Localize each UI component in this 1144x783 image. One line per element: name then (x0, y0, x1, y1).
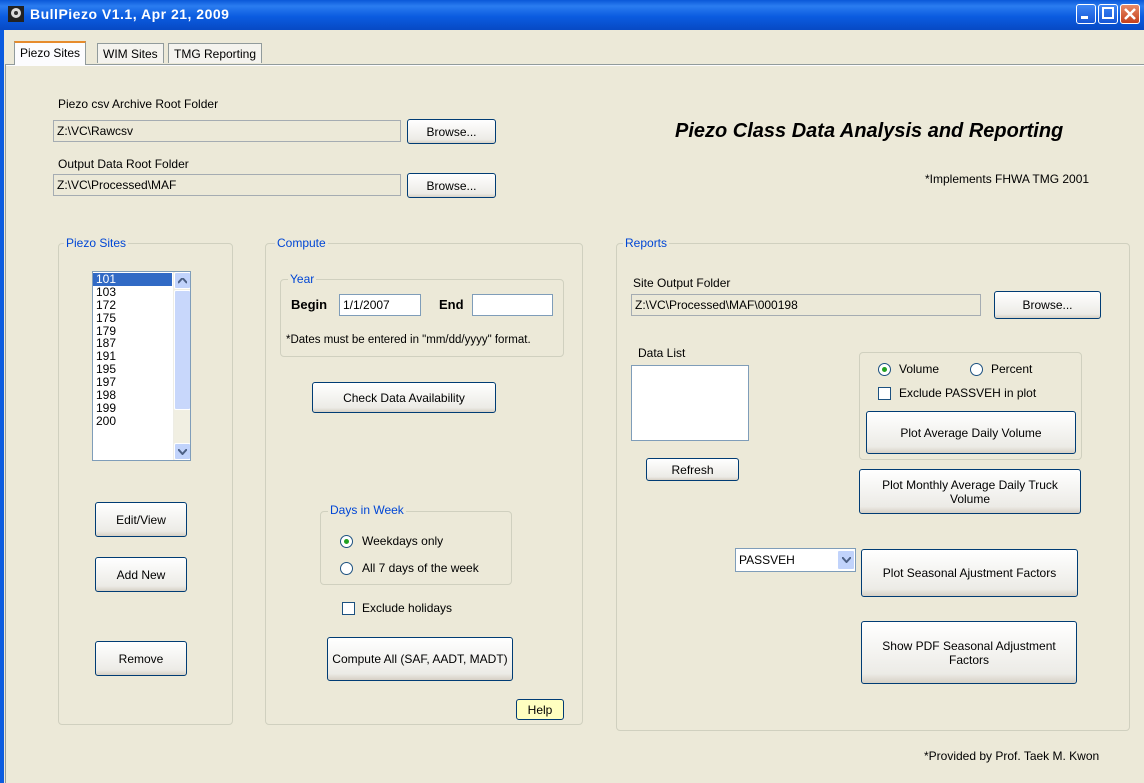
output-folder-field[interactable]: Z:\VC\Processed\MAF (53, 174, 401, 196)
site-output-folder-field[interactable]: Z:\VC\Processed\MAF\000198 (631, 294, 981, 316)
begin-date-input[interactable]: 1/1/2007 (339, 294, 421, 316)
percent-label: Percent (991, 362, 1033, 376)
app-icon (8, 6, 24, 22)
year-group-title: Year (288, 272, 317, 286)
all-days-radio[interactable] (340, 562, 353, 575)
show-pdf-seasonal-factors-button[interactable]: Show PDF Seasonal Adjustment Factors (861, 621, 1077, 684)
help-button[interactable]: Help (516, 699, 564, 720)
piezo-sites-listbox[interactable]: 101 103 172 175 179 187 191 195 197 198 … (92, 271, 191, 461)
implements-note: *Implements FHWA TMG 2001 (925, 172, 1090, 186)
piezo-sites-group-title: Piezo Sites (64, 236, 129, 250)
maximize-button[interactable] (1098, 4, 1118, 24)
site-output-folder-label: Site Output Folder (633, 276, 731, 290)
list-item[interactable]: 200 (93, 414, 172, 428)
output-folder-label: Output Data Root Folder (58, 157, 189, 171)
close-button[interactable] (1120, 4, 1140, 24)
all-days-label: All 7 days of the week (362, 561, 479, 575)
days-in-week-title: Days in Week (328, 503, 406, 517)
plot-seasonal-factors-button[interactable]: Plot Seasonal Ajustment Factors (861, 549, 1078, 597)
data-list-box[interactable] (631, 365, 749, 441)
edit-view-button[interactable]: Edit/View (95, 502, 187, 537)
tab-tmg-reporting[interactable]: TMG Reporting (168, 43, 263, 63)
list-item[interactable]: 175 (93, 311, 172, 325)
minimize-button[interactable] (1076, 4, 1096, 24)
begin-label: Begin (291, 297, 328, 312)
list-item[interactable]: 103 (93, 285, 172, 299)
compute-group-title: Compute (275, 236, 328, 250)
vehicle-class-select[interactable]: PASSVEH (735, 548, 856, 572)
window-border (0, 30, 4, 783)
radio-selected-icon (344, 539, 349, 544)
reports-group-title: Reports (623, 236, 670, 250)
list-item[interactable]: 172 (93, 298, 172, 312)
credit-note: *Provided by Prof. Taek M. Kwon (924, 749, 1100, 763)
site-list: 101 103 172 175 179 187 191 195 197 198 … (93, 273, 172, 428)
end-label: End (439, 297, 464, 312)
site-list-scrollbar[interactable] (173, 272, 190, 460)
minimize-icon (1081, 16, 1088, 19)
output-browse-button[interactable]: Browse... (407, 173, 496, 198)
plot-average-daily-volume-button[interactable]: Plot Average Daily Volume (866, 411, 1076, 454)
add-new-button[interactable]: Add New (95, 557, 187, 592)
tab-wim-sites[interactable]: WIM Sites (97, 43, 164, 63)
archive-browse-button[interactable]: Browse... (407, 119, 496, 144)
weekdays-label: Weekdays only (362, 534, 444, 548)
data-list-label: Data List (638, 346, 686, 360)
site-browse-button[interactable]: Browse... (994, 291, 1101, 319)
list-item[interactable]: 199 (93, 401, 172, 415)
plot-monthly-truck-volume-button[interactable]: Plot Monthly Average Daily Truck Volume (859, 469, 1081, 514)
tab-piezo-sites[interactable]: Piezo Sites (14, 41, 87, 65)
scroll-thumb[interactable] (174, 290, 190, 410)
exclude-holidays-label: Exclude holidays (362, 601, 453, 615)
chevron-down-icon[interactable] (837, 550, 855, 570)
refresh-button[interactable]: Refresh (646, 458, 739, 481)
exclude-passveh-label: Exclude PASSVEH in plot (899, 386, 1037, 400)
app-heading: Piezo Class Data Analysis and Reporting (675, 120, 1064, 142)
maximize-icon (1102, 7, 1114, 19)
date-format-note: *Dates must be entered in "mm/dd/yyyy" f… (286, 334, 531, 346)
percent-radio[interactable] (970, 363, 983, 376)
weekdays-radio[interactable] (340, 535, 353, 548)
end-date-input[interactable] (472, 294, 553, 316)
check-data-availability-button[interactable]: Check Data Availability (312, 382, 496, 413)
remove-button[interactable]: Remove (95, 641, 187, 676)
list-item[interactable]: 101 (93, 273, 172, 286)
radio-selected-icon (882, 367, 887, 372)
archive-folder-label: Piezo csv Archive Root Folder (58, 97, 219, 111)
vehicle-class-value: PASSVEH (739, 553, 795, 567)
list-item[interactable]: 198 (93, 389, 172, 402)
scroll-up-icon[interactable] (174, 272, 190, 289)
volume-label: Volume (899, 362, 940, 376)
compute-all-button[interactable]: Compute All (SAF, AADT, MADT) (327, 637, 513, 681)
scroll-down-icon[interactable] (174, 443, 190, 460)
title-bar: BullPiezo V1.1, Apr 21, 2009 (0, 0, 1144, 30)
volume-radio[interactable] (878, 363, 891, 376)
exclude-passveh-checkbox[interactable] (878, 387, 891, 400)
close-icon (1124, 8, 1136, 20)
exclude-holidays-checkbox[interactable] (342, 602, 355, 615)
archive-folder-field[interactable]: Z:\VC\Rawcsv (53, 120, 401, 142)
window-title: BullPiezo V1.1, Apr 21, 2009 (30, 6, 230, 22)
